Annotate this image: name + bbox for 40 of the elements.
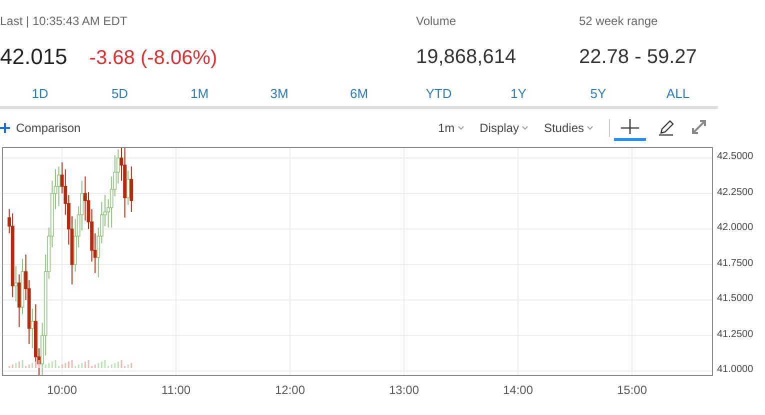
- stat-label: 52 week range: [579, 13, 659, 30]
- caret-icon: [458, 126, 464, 130]
- range-tab[interactable]: 1M: [170, 84, 230, 104]
- range-tab[interactable]: 1Y: [488, 84, 548, 104]
- range-tab[interactable]: 3M: [249, 84, 310, 104]
- price-axis-label: 42.0000: [717, 222, 754, 234]
- toolbar-dropdown[interactable]: Display: [480, 119, 528, 137]
- time-axis-label: 12:00: [274, 382, 306, 399]
- price-axis-label: 42.2500: [717, 186, 754, 198]
- caret-icon: [587, 126, 593, 130]
- last-trade-time: Last | 10:35:43 AM EDT: [0, 13, 128, 30]
- time-axis-label: 14:00: [502, 382, 534, 399]
- plus-icon: [0, 123, 10, 133]
- stat-label: Volume: [416, 13, 458, 30]
- range-tab[interactable]: ALL: [648, 84, 708, 104]
- toolbar-dropdown[interactable]: 1m: [438, 119, 464, 137]
- range-tab[interactable]: 5D: [90, 84, 150, 104]
- time-axis-label: 15:00: [616, 382, 648, 399]
- price-axis-label: 41.2500: [717, 328, 754, 340]
- caret-icon: [522, 126, 528, 130]
- range-tab[interactable]: 6M: [329, 84, 389, 104]
- toolbar-dropdown[interactable]: Studies: [544, 119, 593, 137]
- time-axis-label: 11:00: [160, 382, 192, 399]
- price-change: -3.68 (-8.06%): [89, 46, 218, 71]
- stat-value: 19,868,614: [416, 45, 518, 70]
- price-axis-label: 41.7500: [717, 258, 754, 270]
- range-tab[interactable]: YTD: [408, 84, 469, 104]
- last-price: 42.015: [0, 43, 68, 71]
- stat-value: 22.78 - 59.27: [579, 45, 698, 70]
- time-axis-label: 13:00: [388, 382, 420, 399]
- range-tab[interactable]: 5Y: [568, 84, 628, 104]
- time-axis-label: 10:00: [46, 382, 78, 399]
- expand-icon: [690, 118, 708, 136]
- price-axis-label: 41.5000: [717, 293, 754, 305]
- price-axis-label: 41.0000: [717, 364, 754, 376]
- range-tab[interactable]: 1D: [10, 84, 70, 104]
- crosshair-icon: [619, 118, 641, 136]
- pencil-icon: [658, 118, 676, 136]
- price-axis-label: 42.5000: [717, 151, 754, 163]
- comparison-button[interactable]: Comparison: [0, 119, 81, 137]
